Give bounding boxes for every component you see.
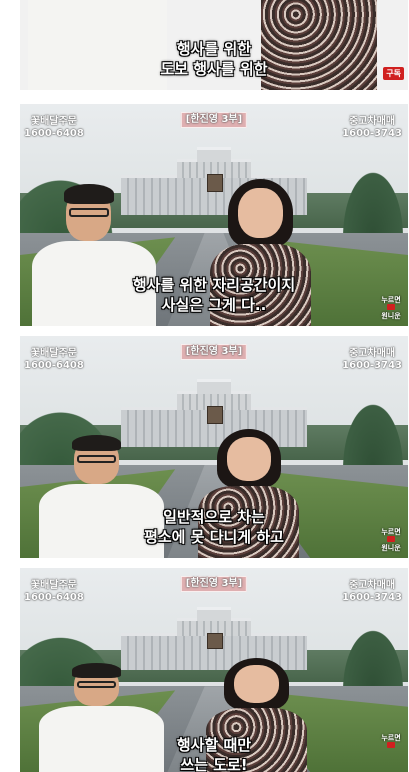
woman-head xyxy=(234,664,279,704)
flower-delivery-phone: 1600-6408 xyxy=(24,128,84,139)
subtitle-line-1: 행사를 위한 xyxy=(176,40,252,58)
play-icon xyxy=(387,536,395,542)
flower-delivery-text: 꽃배달주문 xyxy=(30,348,77,359)
used-car-phone: 1600-3743 xyxy=(342,360,402,371)
man-hair xyxy=(63,184,114,204)
video-frame-1: 행사를 위한 도보 행사를 위한 구독 xyxy=(20,0,408,90)
video-frame-4: 꽃배달주문 1600-6408 [한진영 3부] 중고차매매 1600-3743… xyxy=(20,568,408,772)
subtitle-line-2: 쓰는 도로! xyxy=(180,756,248,772)
flower-delivery-ad: 꽃배달주문 1600-6408 xyxy=(24,580,84,604)
used-car-phone: 1600-3743 xyxy=(342,128,402,139)
man-hair xyxy=(71,434,122,452)
palace-portrait xyxy=(206,406,224,425)
play-icon xyxy=(387,742,395,748)
man-hair xyxy=(71,662,122,678)
subtitle-line-1: 행사할 때만 xyxy=(176,736,252,754)
used-car-phone: 1600-3743 xyxy=(342,592,402,603)
used-car-ad: 중고차매매 1600-3743 xyxy=(342,116,402,140)
subtitle-line-2: 사실은 그게 다.. xyxy=(161,296,267,314)
used-car-ad: 중고차매매 1600-3743 xyxy=(342,580,402,604)
palace-portrait xyxy=(206,632,224,650)
logo-text-top: 누르면 xyxy=(381,734,401,742)
used-car-ad: 중고차매매 1600-3743 xyxy=(342,348,402,372)
flower-delivery-text: 꽃배달주문 xyxy=(30,116,77,127)
flower-delivery-ad: 꽃배달주문 1600-6408 xyxy=(24,348,84,372)
flower-delivery-phone: 1600-6408 xyxy=(24,360,84,371)
play-icon xyxy=(387,304,395,310)
used-car-text: 중고차매매 xyxy=(349,580,396,591)
logo-text-bottom: 원니운 xyxy=(381,312,401,320)
channel-logo[interactable]: 누르면 xyxy=(378,734,404,750)
flower-delivery-ad: 꽃배달주문 1600-6408 xyxy=(24,116,84,140)
palace-top xyxy=(197,146,231,162)
palace-top xyxy=(197,378,231,394)
channel-logo[interactable]: 누르면 원니운 xyxy=(378,296,404,320)
used-car-text: 중고차매매 xyxy=(349,116,396,127)
woman-head xyxy=(226,436,272,481)
trees-right xyxy=(338,161,408,238)
glasses-icon xyxy=(68,207,109,218)
episode-tag: [한진영 3부] xyxy=(180,112,248,128)
trees-right xyxy=(338,621,408,691)
glasses-icon xyxy=(76,454,117,464)
woman-head xyxy=(238,188,283,239)
subtitle-line-2: 평소에 못 다니게 하고 xyxy=(144,528,284,546)
palace-top xyxy=(197,607,231,622)
logo-text-top: 누르면 xyxy=(381,296,401,304)
subtitle-line-2: 도보 행사를 위한 xyxy=(160,60,268,78)
trees-right xyxy=(338,393,408,470)
video-frame-2: 꽃배달주문 1600-6408 [한진영 3부] 중고차매매 1600-3743… xyxy=(20,104,408,326)
logo-text-bottom: 원니운 xyxy=(381,544,401,552)
channel-logo[interactable]: 누르면 원니운 xyxy=(378,528,404,552)
episode-tag: [한진영 3부] xyxy=(180,344,248,360)
subtitle-line-1: 행사를 위한 자리공간이지 xyxy=(132,276,296,294)
video-frame-3: 꽃배달주문 1600-6408 [한진영 3부] 중고차매매 1600-3743… xyxy=(20,336,408,558)
episode-tag: [한진영 3부] xyxy=(180,576,248,592)
flower-delivery-phone: 1600-6408 xyxy=(24,592,84,603)
logo-text-top: 누르면 xyxy=(381,528,401,536)
glasses-icon xyxy=(76,680,117,689)
subscribe-badge[interactable]: 구독 xyxy=(383,67,404,80)
flower-delivery-text: 꽃배달주문 xyxy=(30,580,77,591)
used-car-text: 중고차매매 xyxy=(349,348,396,359)
subtitle-line-1: 일반적으로 차는 xyxy=(163,508,265,526)
